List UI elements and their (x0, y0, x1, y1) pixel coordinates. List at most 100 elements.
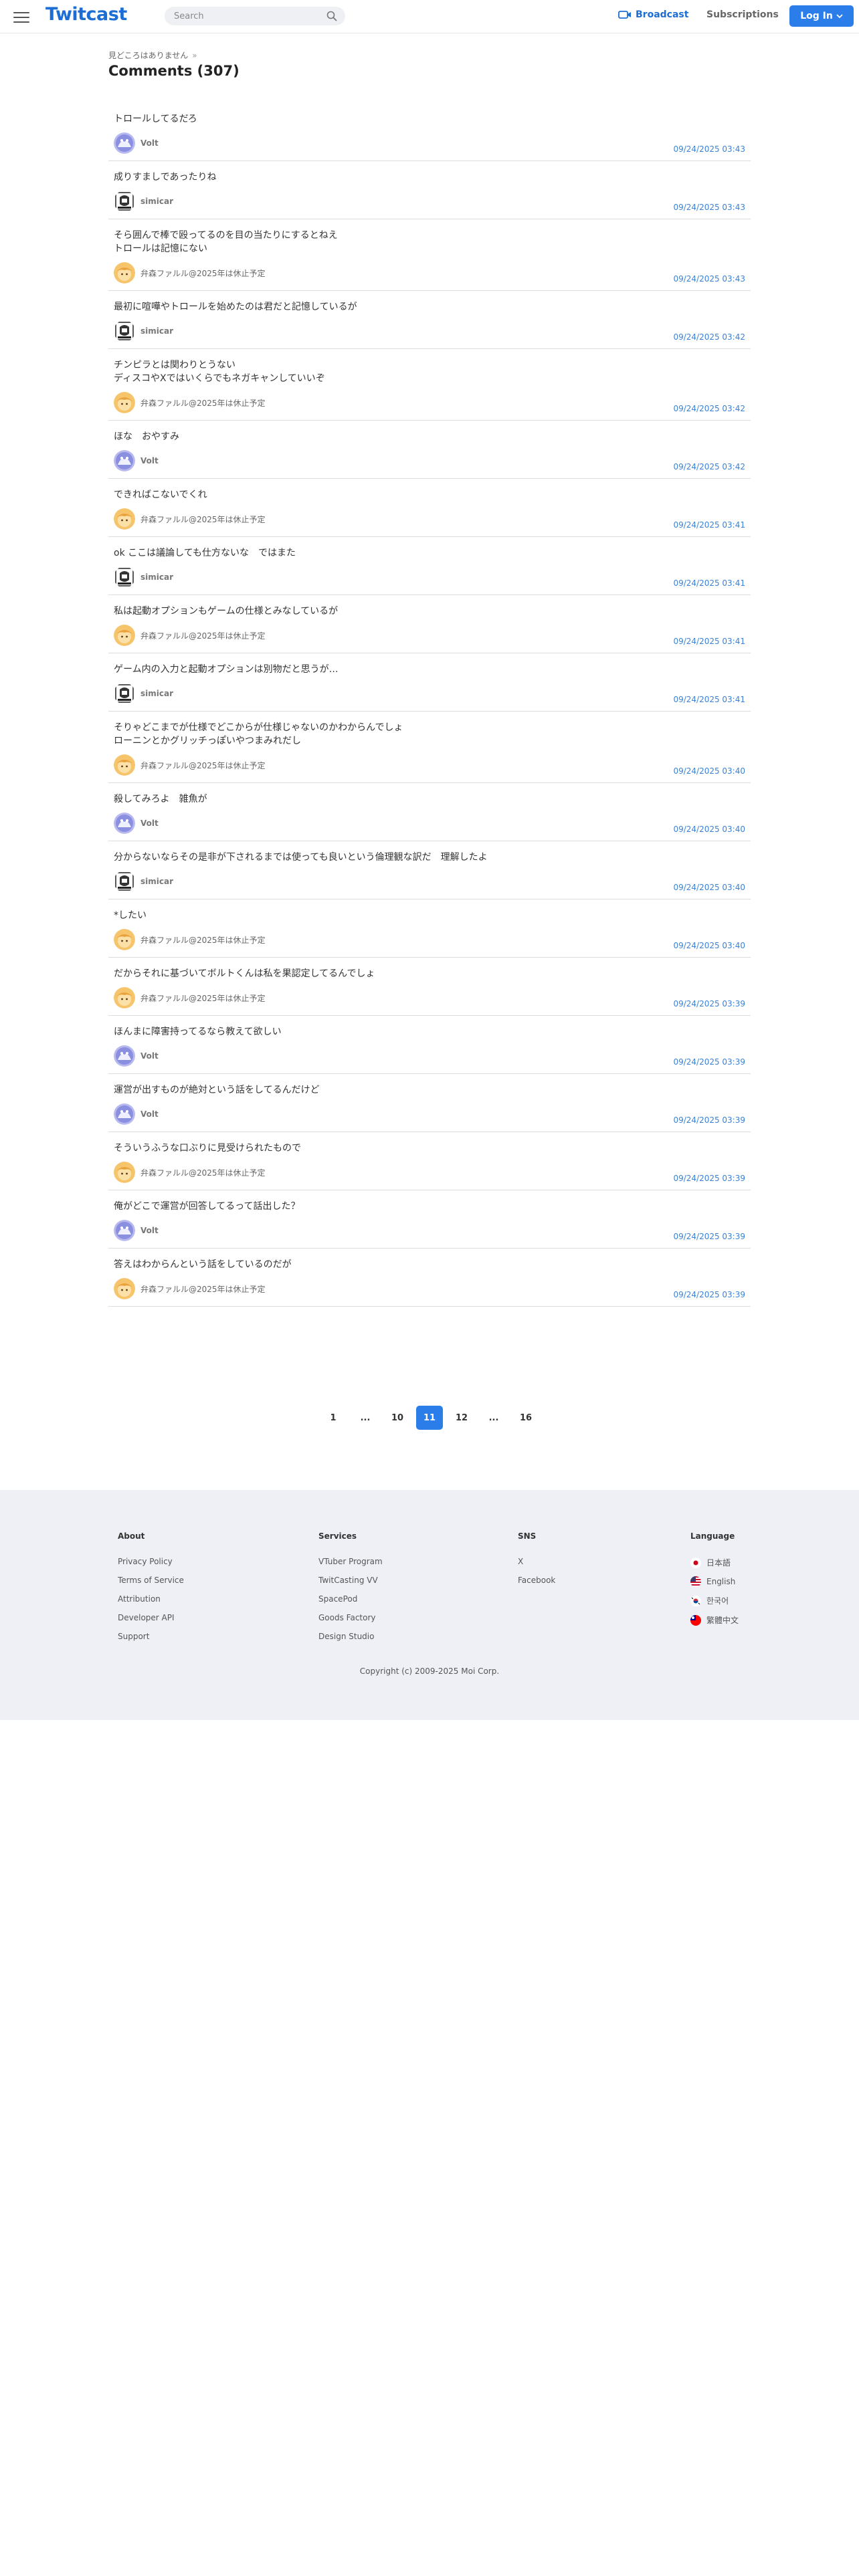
comment-timestamp[interactable]: 09/24/2025 03:43 (673, 203, 745, 212)
avatar[interactable] (114, 683, 135, 704)
comment-timestamp[interactable]: 09/24/2025 03:39 (673, 999, 745, 1008)
username[interactable]: Volt (140, 456, 159, 465)
avatar[interactable] (114, 508, 135, 530)
avatar[interactable] (114, 1220, 135, 1241)
comment-timestamp[interactable]: 09/24/2025 03:39 (673, 1174, 745, 1183)
avatar[interactable] (114, 987, 135, 1008)
page-button[interactable]: 12 (448, 1406, 475, 1430)
avatar[interactable] (114, 871, 135, 892)
login-button[interactable]: Log In (789, 5, 854, 27)
comment-text: だからそれに基づいてボルトくんは私を果認定してるんでしょ (114, 968, 375, 979)
avatar[interactable] (114, 929, 135, 950)
footer-link[interactable]: Attribution (118, 1594, 184, 1604)
username[interactable]: simicar (140, 572, 173, 582)
search-input[interactable] (165, 7, 345, 25)
language-label: English (706, 1577, 736, 1586)
page-button[interactable]: 1 (320, 1406, 347, 1430)
comment-timestamp[interactable]: 09/24/2025 03:43 (673, 144, 745, 154)
comment-timestamp[interactable]: 09/24/2025 03:40 (673, 941, 745, 950)
subscriptions-link[interactable]: Subscriptions (706, 9, 779, 20)
comment-timestamp[interactable]: 09/24/2025 03:41 (673, 637, 745, 646)
top-header: Twitcast Broadcast Subscriptions Log In (0, 0, 859, 33)
comment-author: Volt (114, 1045, 745, 1067)
footer-link[interactable]: Facebook (518, 1576, 555, 1585)
username[interactable]: 弁森ファルル@2025年は休止予定 (140, 267, 266, 279)
username[interactable]: Volt (140, 1109, 159, 1119)
username[interactable]: 弁森ファルル@2025年は休止予定 (140, 630, 266, 641)
footer-link[interactable]: Goods Factory (318, 1613, 383, 1622)
username[interactable]: simicar (140, 326, 173, 336)
username[interactable]: 弁森ファルル@2025年は休止予定 (140, 397, 266, 409)
username[interactable]: simicar (140, 689, 173, 698)
avatar[interactable] (114, 625, 135, 646)
avatar[interactable] (114, 1162, 135, 1183)
comment-timestamp[interactable]: 09/24/2025 03:42 (673, 332, 745, 342)
avatar[interactable] (114, 191, 135, 212)
comment-timestamp[interactable]: 09/24/2025 03:39 (673, 1115, 745, 1125)
comment-text: そりゃどこまでが仕様でどこからが仕様じゃないのかわからんでしょ ローニンとかグリ… (114, 722, 403, 746)
comment-timestamp[interactable]: 09/24/2025 03:42 (673, 462, 745, 471)
footer-link[interactable]: Terms of Service (118, 1576, 184, 1585)
broadcast-link[interactable]: Broadcast (618, 9, 688, 20)
comment-timestamp[interactable]: 09/24/2025 03:39 (673, 1290, 745, 1299)
footer-link[interactable]: Developer API (118, 1613, 184, 1622)
comment-item: ok ここは議論しても仕方ないな ではまた simicar 09/24/2025 0… (108, 537, 751, 595)
footer-link[interactable]: X (518, 1557, 555, 1566)
username[interactable]: Volt (140, 1226, 159, 1235)
avatar[interactable] (114, 1278, 135, 1299)
search-icon[interactable] (326, 11, 337, 21)
username[interactable]: 弁森ファルル@2025年は休止予定 (140, 1283, 266, 1295)
username[interactable]: Volt (140, 819, 159, 828)
avatar[interactable] (114, 132, 135, 154)
comment-timestamp[interactable]: 09/24/2025 03:40 (673, 825, 745, 834)
comment-timestamp[interactable]: 09/24/2025 03:40 (673, 883, 745, 892)
username[interactable]: Volt (140, 138, 159, 148)
comment-timestamp[interactable]: 09/24/2025 03:39 (673, 1057, 745, 1067)
avatar[interactable] (114, 1103, 135, 1125)
avatar[interactable] (114, 320, 135, 342)
avatar[interactable] (114, 566, 135, 588)
comment-author: Volt (114, 1103, 745, 1125)
comment-timestamp[interactable]: 09/24/2025 03:43 (673, 274, 745, 284)
comment-timestamp[interactable]: 09/24/2025 03:41 (673, 520, 745, 530)
language-option-zh[interactable]: 繁體中文 (690, 1614, 739, 1626)
avatar[interactable] (114, 754, 135, 776)
footer-link[interactable]: TwitCasting VV (318, 1576, 383, 1585)
comment-timestamp[interactable]: 09/24/2025 03:41 (673, 578, 745, 588)
username[interactable]: 弁森ファルル@2025年は休止予定 (140, 934, 266, 946)
comment-timestamp[interactable]: 09/24/2025 03:41 (673, 695, 745, 704)
menu-icon[interactable] (13, 10, 29, 23)
avatar[interactable] (114, 1045, 135, 1067)
breadcrumb-link[interactable]: 見どころはありません (108, 51, 188, 60)
footer-link[interactable]: VTuber Program (318, 1557, 383, 1566)
page-button-current[interactable]: 11 (416, 1406, 443, 1430)
username[interactable]: 弁森ファルル@2025年は休止予定 (140, 514, 266, 525)
username[interactable]: Volt (140, 1051, 159, 1061)
footer-link[interactable]: Privacy Policy (118, 1557, 184, 1566)
page-button[interactable]: 10 (384, 1406, 411, 1430)
comment-timestamp[interactable]: 09/24/2025 03:40 (673, 766, 745, 776)
username[interactable]: simicar (140, 197, 173, 206)
avatar[interactable] (114, 813, 135, 834)
language-option-en[interactable]: English (690, 1576, 739, 1587)
comment-item: そういうふうな口ぶりに見受けられたもので 弁森ファルル@2025年は休止予定 09/… (108, 1132, 751, 1190)
page-button[interactable]: 16 (512, 1406, 539, 1430)
language-option-ja[interactable]: 日本語 (690, 1557, 739, 1568)
footer-link[interactable]: SpacePod (318, 1594, 383, 1604)
avatar[interactable] (114, 392, 135, 413)
comment-author: Volt (114, 132, 745, 154)
avatar[interactable] (114, 262, 135, 284)
taiwan-flag-icon (690, 1614, 701, 1626)
username[interactable]: simicar (140, 877, 173, 886)
username[interactable]: 弁森ファルル@2025年は休止予定 (140, 1167, 266, 1178)
footer-link[interactable]: Support (118, 1632, 184, 1641)
comment-timestamp[interactable]: 09/24/2025 03:42 (673, 404, 745, 413)
site-logo[interactable]: Twitcast (45, 4, 127, 25)
language-option-ko[interactable]: 한국어 (690, 1595, 739, 1606)
footer-link[interactable]: Design Studio (318, 1632, 383, 1641)
username[interactable]: 弁森ファルル@2025年は休止予定 (140, 760, 266, 771)
username[interactable]: 弁森ファルル@2025年は休止予定 (140, 992, 266, 1004)
comment-text: ゲーム内の入力と起動オプションは別物だと思うが… (114, 664, 339, 675)
avatar[interactable] (114, 450, 135, 471)
comment-timestamp[interactable]: 09/24/2025 03:39 (673, 1232, 745, 1241)
